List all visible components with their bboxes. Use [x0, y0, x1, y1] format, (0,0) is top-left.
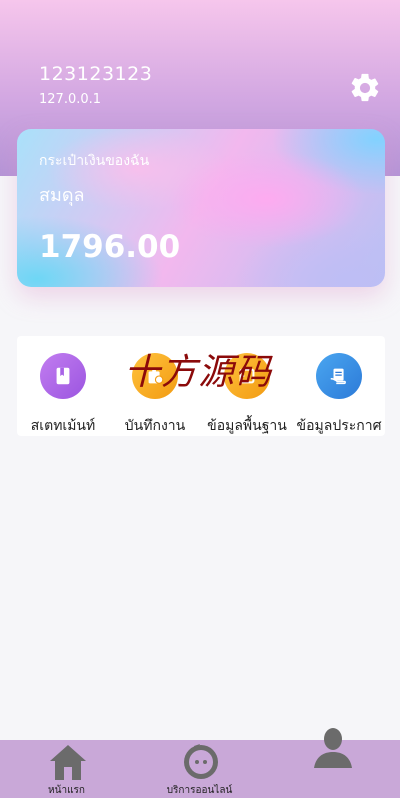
quick-menu: สเตทเม้นท์ บันทึกงาน ข้อมูลพื้นฐาน ข้อมู… — [17, 336, 385, 436]
basic-info-icon — [224, 353, 270, 399]
home-icon — [50, 745, 86, 780]
menu-label: บันทึกงาน — [124, 418, 186, 434]
menu-label: ข้อมูลประกาศ — [296, 418, 382, 434]
nav-home[interactable]: หน้าแรก — [0, 740, 133, 798]
task-record-icon — [132, 353, 178, 399]
announcement-icon — [316, 353, 362, 399]
gear-icon[interactable] — [348, 71, 382, 105]
menu-item-announcement[interactable]: ข้อมูลประกาศ — [293, 336, 385, 436]
username: 123123123 — [39, 63, 153, 85]
nav-label: หน้าแรก — [48, 785, 85, 796]
nav-label: บริการออนไลน์ — [166, 785, 233, 796]
wallet-card: กระเป๋าเงินของฉัน สมดุล 1796.00 — [17, 129, 385, 287]
menu-item-statement[interactable]: สเตทเม้นท์ — [17, 336, 109, 436]
menu-item-basic-info[interactable]: ข้อมูลพื้นฐาน — [201, 336, 293, 436]
nav-online-service[interactable]: บริการออนไลน์ — [133, 740, 266, 798]
bottom-nav: หน้าแรก บริการออนไลน์ — [0, 728, 400, 798]
menu-label: ข้อมูลพื้นฐาน — [207, 418, 287, 434]
wallet-title: กระเป๋าเงินของฉัน — [39, 153, 150, 169]
menu-label: สเตทเม้นท์ — [30, 418, 96, 434]
user-icon — [314, 728, 352, 768]
menu-item-task-record[interactable]: บันทึกงาน — [109, 336, 201, 436]
balance-value: 1796.00 — [39, 229, 181, 265]
ip-address: 127.0.0.1 — [39, 92, 102, 107]
balance-label: สมดุล — [39, 185, 85, 206]
chat-icon — [184, 744, 218, 779]
statement-icon — [40, 353, 86, 399]
nav-profile[interactable] — [266, 728, 399, 798]
